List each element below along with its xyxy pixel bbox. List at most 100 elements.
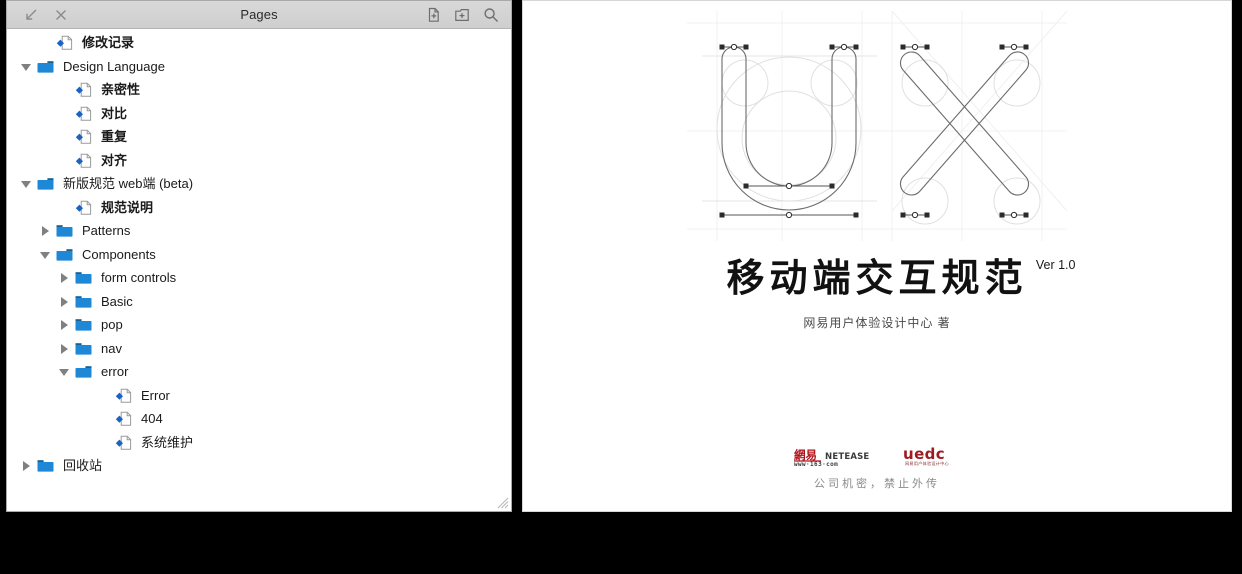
tree-item-label: error [101,364,129,380]
window-left-controls [23,7,69,23]
folder-icon [55,222,75,239]
folder-icon [74,316,94,333]
tree-item-label: Patterns [82,223,131,239]
tree-item-label: form controls [101,270,177,286]
folder-icon [74,269,94,286]
tree-row[interactable]: form controls [7,266,511,290]
document-page: 移动端交互规范 Ver 1.0 网易用户体验设计中心 著 網易 NETEASE … [522,0,1232,512]
uedc-sub-text: 网易用户体验设计中心 [905,460,949,466]
tree-item-label: 重复 [101,129,128,145]
page-icon [74,105,94,122]
page-icon [74,81,94,98]
tree-row[interactable]: Components [7,243,511,267]
add-page-icon[interactable] [425,7,441,23]
uedc-logo-svg: uedc 网易用户体验设计中心 [903,446,949,466]
screen: Pages 修改记录 Design Language 亲密性 对比 重复 对齐 … [0,0,1242,574]
folder-icon [74,340,94,357]
brand-row: 網易 NETEASE www·163·com uedc 网易用户体验设计中心 [523,446,1231,466]
disclosure-closed-icon[interactable] [21,460,32,472]
tree-row[interactable]: 对比 [7,102,511,126]
tree-row[interactable]: Basic [7,290,511,314]
page-icon [74,128,94,145]
tree-item-label: Design Language [63,58,165,74]
tree-row[interactable]: 重复 [7,125,511,149]
page-icon [114,434,134,451]
tree-item-label: 对比 [101,105,128,121]
disclosure-open-icon[interactable] [21,178,32,189]
folder-icon [74,293,94,310]
window-right-controls [425,7,499,23]
search-icon[interactable] [483,7,499,23]
netease-logo-svg: 網易 NETEASE www·163·com [794,448,869,466]
tree-item-label: Components [82,246,156,262]
tree-item-label: pop [101,317,123,333]
tree-item-label: Error [141,387,170,403]
disclosure-closed-icon[interactable] [59,319,70,331]
tree-row[interactable]: 系统维护 [7,431,511,455]
tree-item-label: 404 [141,411,163,427]
document-title-wrap: 移动端交互规范 Ver 1.0 [726,255,1075,300]
tree-row[interactable]: 新版规范 web端 (beta) [7,172,511,196]
tree-item-label: 新版规范 web端 (beta) [63,176,194,192]
disclosure-open-icon[interactable] [40,249,51,260]
disclosure-closed-icon[interactable] [59,343,70,354]
page-title: 移动端交互规范 [726,255,1028,300]
pages-panel-window: Pages 修改记录 Design Language 亲密性 对比 重复 对齐 … [6,0,512,512]
collapse-icon[interactable] [23,7,39,23]
tree-row[interactable]: 亲密性 [7,78,511,102]
tree-item-label: 规范说明 [101,199,154,215]
document-footer: 網易 NETEASE www·163·com uedc 网易用户体验设计中心 公… [523,446,1231,491]
confidential-notice: 公司机密，禁止外传 [814,478,940,490]
tree-item-label: 亲密性 [101,82,141,98]
pages-tree[interactable]: 修改记录 Design Language 亲密性对比重复对齐新版规范 web端 (b… [7,29,511,511]
tree-row[interactable]: 对齐 [7,149,511,173]
disclosure-open-icon[interactable] [59,366,70,377]
netease-url-text: www·163·com [794,461,838,466]
disclosure-closed-icon[interactable] [59,296,70,307]
tree-row[interactable]: Patterns [7,219,511,243]
tree-item-label: 回收站 [63,458,103,474]
version-label: Ver 1.0 [1035,258,1076,272]
tree-row[interactable]: error [7,360,511,384]
document-title-block: 移动端交互规范 Ver 1.0 网易用户体验设计中心 著 [523,256,1231,331]
tree-row[interactable]: nav [7,337,511,361]
ux-logo-svg [687,11,1068,241]
tree-item-label: nav [101,340,122,356]
folder-open-icon [74,363,94,380]
page-icon [114,387,134,404]
folder-icon [36,457,56,474]
ux-logo-wireframe [523,11,1231,246]
disclosure-closed-icon[interactable] [40,225,51,237]
tree-item-label: Basic [101,293,133,309]
folder-open-icon [36,58,56,75]
page-icon [55,34,75,51]
page-icon [114,410,134,427]
netease-cn-text: 網易 [794,448,817,462]
close-icon[interactable] [53,7,69,23]
tree-row[interactable]: 规范说明 [7,196,511,220]
tree-row[interactable]: 404 [7,407,511,431]
tree-item-label: 系统维护 [141,434,194,450]
tree-row[interactable]: pop [7,313,511,337]
tree-row[interactable]: 回收站 [7,454,511,478]
disclosure-open-icon[interactable] [21,61,32,72]
add-folder-icon[interactable] [454,7,470,23]
tree-row[interactable]: Error [7,384,511,408]
folder-open-icon [55,246,75,263]
tree-row[interactable]: Design Language [7,55,511,79]
resize-grip[interactable] [495,495,509,509]
tree-row[interactable]: 修改记录 [7,31,511,55]
page-icon [74,199,94,216]
folder-open-icon [36,175,56,192]
netease-logo: 網易 NETEASE www·163·com [794,448,876,466]
document-subtitle: 网易用户体验设计中心 著 [803,315,951,330]
disclosure-closed-icon[interactable] [59,272,70,284]
